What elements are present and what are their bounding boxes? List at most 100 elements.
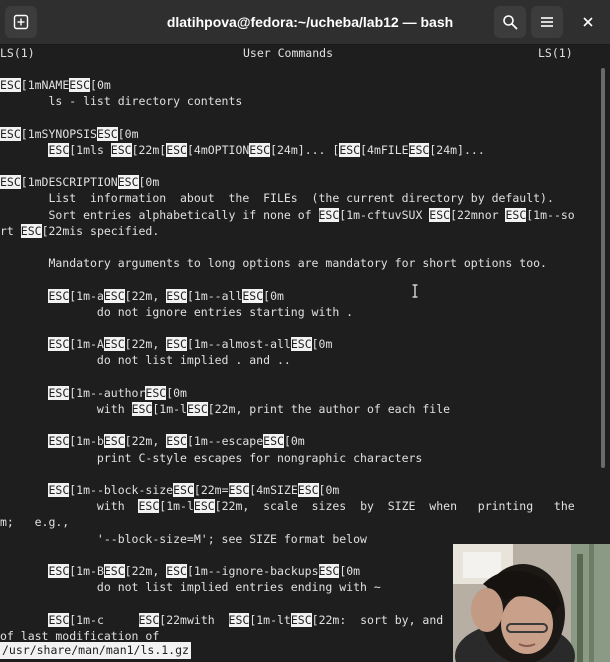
terminal-text: [1m-c bbox=[69, 612, 139, 627]
search-icon bbox=[503, 15, 518, 30]
escape-sequence-marker: ESC bbox=[48, 483, 70, 497]
terminal-line: List information about the FILEs (the cu… bbox=[0, 190, 554, 206]
terminal-line: with ESC[1m-lESC[22m, scale sizes by SIZ… bbox=[0, 498, 575, 514]
terminal-text: '--block-size=M'; see SIZE format below bbox=[0, 531, 367, 546]
terminal-line: ESC[1m-aESC[22m, ESC[1m--allESC[0m bbox=[0, 288, 284, 304]
scrollbar-thumb[interactable] bbox=[601, 68, 605, 468]
terminal-text: [1mDESCRIPTION bbox=[20, 175, 118, 190]
new-tab-button[interactable] bbox=[5, 6, 37, 38]
terminal-text: [1m--block-size bbox=[69, 483, 174, 497]
terminal-text: [22m, bbox=[124, 434, 167, 449]
terminal-text: [1mSYNOPSIS bbox=[20, 126, 97, 141]
menu-button[interactable] bbox=[531, 6, 563, 38]
terminal-line: ESC[1m--block-sizeESC[22m=ESC[4mSIZEESC[… bbox=[0, 482, 339, 498]
escape-sequence-marker: ESC bbox=[48, 385, 70, 400]
terminal-text: [1mls bbox=[69, 142, 111, 157]
terminal-text: m; e.g., bbox=[0, 515, 70, 530]
terminal-text: [22mis specified. bbox=[41, 223, 160, 238]
terminal-text: [22m, scale sizes by SIZE when printing … bbox=[214, 499, 575, 514]
terminal-window: dlatihpova@fedora:~/ucheba/lab12 — bash … bbox=[0, 0, 610, 662]
escape-sequence-marker: ESC bbox=[20, 223, 42, 238]
escape-sequence-marker: ESC bbox=[408, 142, 430, 157]
man-header-left: LS(1) bbox=[0, 46, 35, 60]
terminal-text: [1m--escape bbox=[186, 434, 264, 449]
terminal-text: [4mSIZE bbox=[249, 483, 298, 497]
terminal-text: [1m--so bbox=[526, 207, 575, 222]
terminal-text: [1m-B bbox=[69, 564, 104, 578]
close-icon bbox=[583, 17, 593, 27]
escape-sequence-marker: ESC bbox=[48, 288, 70, 303]
terminal-text: [22mnor bbox=[450, 207, 506, 222]
terminal-text: [4mOPTION bbox=[186, 142, 250, 157]
terminal-line: do not ignore entries starting with . bbox=[0, 304, 353, 320]
escape-sequence-marker: ESC bbox=[110, 142, 132, 157]
escape-sequence-marker: ESC bbox=[166, 142, 187, 157]
escape-sequence-marker: ESC bbox=[339, 142, 361, 157]
escape-sequence-marker: ESC bbox=[48, 337, 70, 352]
scrollbar[interactable] bbox=[600, 44, 606, 604]
escape-sequence-marker: ESC bbox=[173, 483, 194, 497]
terminal-text: do not list implied . and .. bbox=[0, 353, 291, 368]
terminal-text: [22m, bbox=[124, 564, 167, 578]
webcam-overlay bbox=[453, 544, 610, 662]
escape-sequence-marker: ESC bbox=[318, 207, 340, 222]
terminal-line: ESC[1mDESCRIPTIONESC[0m bbox=[0, 174, 159, 190]
escape-sequence-marker: ESC bbox=[0, 78, 21, 92]
terminal-text: [0m bbox=[90, 78, 111, 92]
escape-sequence-marker: ESC bbox=[166, 337, 187, 352]
escape-sequence-marker: ESC bbox=[242, 288, 264, 303]
title-bar: dlatihpova@fedora:~/ucheba/lab12 — bash bbox=[0, 0, 610, 45]
terminal-text: [24m]... [ bbox=[270, 142, 340, 157]
terminal-text: [0m bbox=[339, 564, 361, 578]
terminal-text: Mandatory arguments to long options are … bbox=[0, 256, 547, 271]
terminal-text: [1m-lt bbox=[249, 612, 291, 627]
terminal-text: do not ignore entries starting with . bbox=[0, 304, 354, 319]
escape-sequence-marker: ESC bbox=[290, 612, 312, 627]
terminal-line: ls - list directory contents bbox=[0, 93, 242, 109]
terminal-text: List information about the FILEs (the cu… bbox=[0, 191, 554, 206]
terminal-text: [1m--almost-all bbox=[186, 337, 291, 352]
terminal-line: do not list implied entries ending with … bbox=[0, 579, 381, 595]
terminal-line: with ESC[1m-lESC[22m, print the author o… bbox=[0, 401, 450, 417]
escape-sequence-marker: ESC bbox=[166, 434, 187, 449]
terminal-text: [1m-b bbox=[69, 434, 104, 449]
terminal-text: [1m--all bbox=[186, 288, 243, 303]
escape-sequence-marker: ESC bbox=[0, 175, 21, 190]
terminal-line: ESC[1m-c ESC[22mwith ESC[1m-ltESC[22m: s… bbox=[0, 612, 443, 628]
terminal-text: [1m--author bbox=[69, 385, 146, 400]
window-title: dlatihpova@fedora:~/ucheba/lab12 — bash bbox=[166, 14, 454, 30]
terminal-line: do not list implied . and .. bbox=[0, 352, 291, 368]
close-button[interactable] bbox=[572, 6, 604, 38]
terminal-text: [0m bbox=[138, 175, 160, 190]
escape-sequence-marker: ESC bbox=[263, 434, 284, 449]
terminal-text: [1m-A bbox=[69, 337, 104, 352]
escape-sequence-marker: ESC bbox=[138, 499, 160, 514]
terminal-text: with bbox=[0, 499, 139, 514]
terminal-text: of last modification of bbox=[0, 628, 160, 643]
hamburger-menu-icon bbox=[541, 17, 553, 27]
text-cursor-icon bbox=[412, 284, 418, 298]
terminal-text: [22m, bbox=[124, 288, 167, 303]
escape-sequence-marker: ESC bbox=[131, 402, 153, 416]
terminal-line: ESC[1m-BESC[22m, ESC[1m--ignore-backupsE… bbox=[0, 563, 360, 579]
escape-sequence-marker: ESC bbox=[48, 142, 70, 157]
terminal-line: '--block-size=M'; see SIZE format below bbox=[0, 531, 367, 547]
terminal-text: [1m-l bbox=[159, 499, 194, 514]
escape-sequence-marker: ESC bbox=[290, 337, 312, 352]
terminal-text: [0m bbox=[117, 126, 139, 141]
escape-sequence-marker: ESC bbox=[117, 175, 139, 190]
terminal-text: [22mwith bbox=[159, 612, 229, 627]
terminal-line: print C-style escapes for nongraphic cha… bbox=[0, 450, 422, 466]
escape-sequence-marker: ESC bbox=[228, 612, 250, 627]
terminal-line: ESC[1mSYNOPSISESC[0m bbox=[0, 126, 139, 142]
terminal-text: [0m bbox=[318, 483, 340, 497]
escape-sequence-marker: ESC bbox=[96, 126, 118, 141]
search-button[interactable] bbox=[494, 6, 526, 38]
